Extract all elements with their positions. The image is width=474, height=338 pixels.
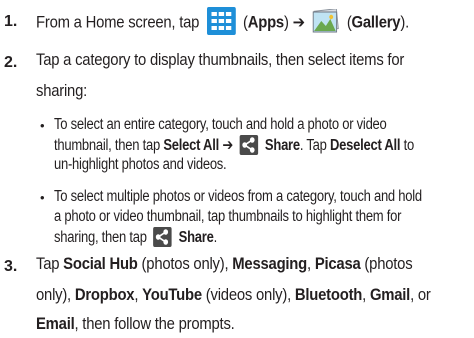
bullet-line: To select multiple photos or videos from… (54, 188, 422, 205)
step-text-line: only), Dropbox, YouTube (videos only), B… (36, 286, 431, 305)
bullet-line: To select an entire category, touch and … (54, 116, 387, 133)
apps-icon (206, 7, 236, 35)
step-text-part: , (362, 286, 370, 304)
step-text-line: Tap Social Hub (photos only), Messaging,… (36, 255, 413, 274)
share-icon (153, 227, 172, 247)
step-number: 1. (4, 13, 18, 30)
bullet-line: sharing, then tap Share. (54, 227, 218, 248)
step-text-line: Tap a category to display thumbnails, th… (36, 51, 405, 69)
bullet-line: thumbnail, then tap Select All ➔ Share. … (54, 135, 415, 156)
share-icon (239, 135, 259, 155)
bullet-line: un-highlight photos and videos. (54, 156, 227, 173)
bullet-text-part: ➔ (218, 137, 233, 155)
gallery-icon (312, 8, 339, 33)
email-label: Email (36, 315, 75, 333)
select-all-label: Select All (163, 137, 219, 155)
bullet-line: a photo or video thumbnail, tap thumbnai… (54, 208, 402, 225)
step-text-part: , (134, 286, 143, 304)
step-text: From a Home screen, tap (Apps) ➔ (Galler… (36, 7, 409, 37)
step-text-part: , then follow the prompts. (74, 315, 235, 333)
step-number: 2. (4, 54, 18, 71)
dropbox-label: Dropbox (74, 286, 135, 304)
gmail-label: Gmail (369, 286, 411, 304)
youtube-label: YouTube (142, 286, 202, 304)
messaging-label: Messaging (232, 255, 308, 273)
step-text-part: (photos only), (137, 255, 233, 273)
step-text-part: (photos (360, 255, 413, 273)
step-number: 3. (4, 258, 18, 275)
step-text-part: From a Home screen, tap (36, 13, 200, 32)
deselect-all-label: Deselect All (329, 137, 401, 155)
picasa-label: Picasa (314, 255, 361, 273)
bullet-text-part: sharing, then tap (54, 229, 147, 247)
step-text-part: ) ➔ (283, 13, 305, 32)
bullet-text-part: . Tap (299, 137, 330, 155)
bluetooth-label: Bluetooth (294, 286, 363, 304)
step-text-part: , or (410, 286, 431, 304)
step-text-part: only), (36, 286, 75, 304)
step-text-line: Email, then follow the prompts. (36, 315, 235, 334)
bullet-dot: • (40, 118, 45, 133)
step-text-line: sharing: (36, 82, 88, 100)
apps-label: Apps (247, 13, 284, 32)
share-label: Share (178, 229, 214, 247)
step-text-part: Tap (36, 255, 64, 273)
step-text-part: (videos only), (201, 286, 295, 304)
bullet-dot: • (40, 190, 45, 205)
gallery-label: Gallery (351, 13, 401, 32)
share-label: Share (264, 137, 300, 155)
social-hub-label: Social Hub (63, 255, 138, 273)
step-text-part: , (307, 255, 315, 273)
bullet-text-part: . (213, 229, 218, 247)
step-text-part: ). (400, 13, 409, 32)
bullet-text-part: thumbnail, then tap (54, 137, 164, 155)
bullet-text-part: to (400, 137, 415, 155)
